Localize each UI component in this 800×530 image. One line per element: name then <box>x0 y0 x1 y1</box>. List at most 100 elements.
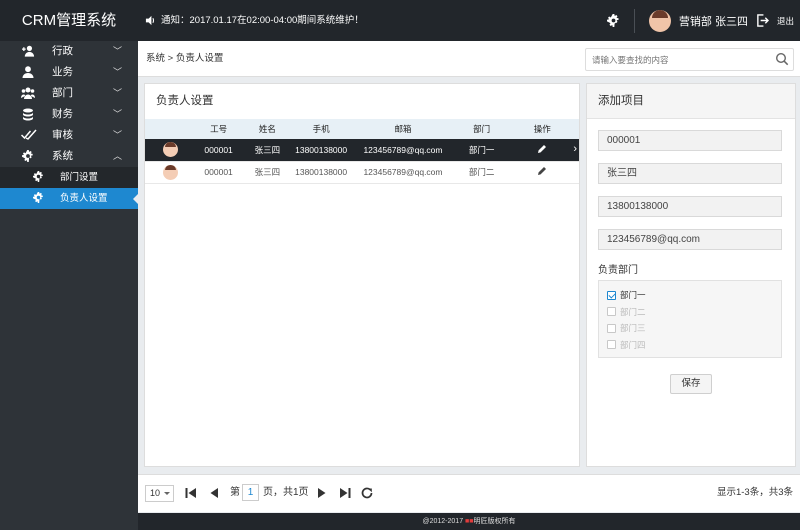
sidebar-item-label: 部门 <box>52 87 73 99</box>
dept-option[interactable]: 部门三 <box>607 320 781 337</box>
speaker-icon <box>145 15 155 26</box>
add-item-panel: 添加项目 000001 张三四 13800138000 123456789@qq… <box>586 83 796 467</box>
column-header[interactable]: 部门 <box>458 119 506 139</box>
user-plus-icon <box>21 45 35 58</box>
chevron-down-icon: ﹀ <box>112 130 122 140</box>
dept-label: 负责部门 <box>598 265 638 276</box>
sidebar-subitem-dept-settings[interactable]: 部门设置 <box>0 167 138 188</box>
owner-list-panel: 负责人设置 工号 姓名 手机 邮箱 部门 操作 000001 张三四 13800… <box>144 83 580 467</box>
user-icon <box>21 66 35 79</box>
dept-option-label: 部门二 <box>620 306 646 317</box>
cell-name: 张三四 <box>254 144 281 155</box>
chevron-right-icon: › <box>573 143 577 155</box>
checkbox-checked[interactable] <box>607 290 616 300</box>
dept-option-label: 部门一 <box>620 290 646 301</box>
sidebar-item-label: 业务 <box>52 66 73 78</box>
refresh-icon[interactable] <box>360 486 374 500</box>
cell-id: 000001 <box>204 167 233 177</box>
dept-option[interactable]: 部门二 <box>607 304 781 321</box>
chevron-up-icon: ︿ <box>112 151 122 161</box>
gear-icon <box>21 150 35 163</box>
last-page-icon[interactable] <box>338 486 352 500</box>
sidebar-item-review[interactable]: 审核 ﹀ <box>0 125 138 146</box>
panel-title: 负责人设置 <box>156 95 214 107</box>
notice-text: 通知：2017.01.17在02:00-04:00期间系统维护！ <box>161 15 364 26</box>
table-row[interactable]: 000001 张三四 13800138000 123456789@qq.com … <box>145 139 579 161</box>
footer-prefix: @2012-2017 <box>422 518 466 525</box>
owner-table: 工号 姓名 手机 邮箱 部门 操作 000001 张三四 13800138000… <box>145 119 579 184</box>
breadcrumb: 系统 > 负责人设置 <box>146 53 224 64</box>
sidebar-item-business[interactable]: 业务 ﹀ <box>0 62 138 83</box>
sidebar-item-finance[interactable]: 财务 ﹀ <box>0 104 138 125</box>
first-page-icon[interactable] <box>184 486 198 500</box>
users-icon <box>21 87 35 100</box>
prev-page-icon[interactable] <box>207 486 221 500</box>
footer: @2012-2017 ■■明匠版权所有 <box>138 513 800 530</box>
cell-email: 123456789@qq.com <box>363 167 443 177</box>
panel-title: 添加项目 <box>587 84 795 119</box>
sidebar-subitem-owner-settings[interactable]: 负责人设置 <box>0 188 138 209</box>
cell-email: 123456789@qq.com <box>363 144 443 155</box>
search-input[interactable] <box>586 49 766 70</box>
main-content: 系统 > 负责人设置 负责人设置 工号 姓名 手机 邮箱 部门 操作 <box>138 41 800 513</box>
pencil-icon[interactable] <box>537 166 547 176</box>
cell-phone: 13800138000 <box>295 167 348 177</box>
notice: 通知：2017.01.17在02:00-04:00期间系统维护！ <box>145 0 364 41</box>
user-name[interactable]: 营销部 张三四 <box>679 13 748 29</box>
column-header[interactable]: 手机 <box>294 119 348 139</box>
logout-button[interactable]: 退出 <box>777 15 794 27</box>
column-header[interactable]: 邮箱 <box>348 119 458 139</box>
dept-checkbox-group: 部门一 部门二 部门三 部门四 <box>598 280 782 358</box>
column-header[interactable]: 工号 <box>197 119 241 139</box>
cell-dept: 部门二 <box>468 167 495 177</box>
pagination-bar: 10 第 1 页，共1页 显示1-3条，共3条 <box>138 474 800 512</box>
user-area: 营销部 张三四 退出 <box>606 0 794 41</box>
sidebar-item-admin[interactable]: 行政 ﹀ <box>0 41 138 62</box>
page-suffix: 页，共1页 <box>263 487 309 498</box>
gear-icon <box>32 171 44 183</box>
search-icon[interactable] <box>775 52 789 66</box>
gear-icon[interactable] <box>606 14 620 27</box>
dept-option-label: 部门三 <box>620 323 646 334</box>
sidebar: 行政 ﹀ 业务 ﹀ 部门 ﹀ 财务 ﹀ 审核 ﹀ 系统 ︿ 部门设置 负责人设置 <box>0 41 138 530</box>
dept-option[interactable]: 部门四 <box>607 337 781 354</box>
dept-option-label: 部门四 <box>620 339 646 350</box>
cell-name: 张三四 <box>254 167 281 177</box>
checkbox[interactable] <box>607 323 616 333</box>
page-size-select[interactable]: 10 <box>145 485 174 502</box>
pencil-icon[interactable] <box>537 144 547 154</box>
cell-dept: 部门一 <box>468 144 495 155</box>
sidebar-item-label: 审核 <box>52 129 73 141</box>
table-row[interactable]: 000001 张三四 13800138000 123456789@qq.com … <box>145 161 579 183</box>
column-header[interactable]: 姓名 <box>241 119 295 139</box>
logout-icon[interactable] <box>756 14 769 27</box>
sidebar-item-label: 行政 <box>52 45 73 57</box>
page-prefix: 第 <box>230 487 240 498</box>
checkbox[interactable] <box>607 340 616 350</box>
sidebar-item-system[interactable]: 系统 ︿ <box>0 146 138 167</box>
footer-suffix: 明匠版权所有 <box>473 518 516 525</box>
chevron-down-icon: ﹀ <box>112 88 122 98</box>
sidebar-subitem-label: 负责人设置 <box>60 193 108 204</box>
avatar[interactable] <box>648 9 671 32</box>
next-page-icon[interactable] <box>315 486 329 500</box>
id-field[interactable]: 000001 <box>598 130 782 151</box>
sidebar-item-department[interactable]: 部门 ﹀ <box>0 83 138 104</box>
phone-field[interactable]: 13800138000 <box>598 196 782 217</box>
dept-option[interactable]: 部门一 <box>607 287 781 304</box>
avatar <box>163 164 179 180</box>
table-header-row: 工号 姓名 手机 邮箱 部门 操作 <box>145 119 579 139</box>
column-header: 操作 <box>533 124 551 134</box>
name-field[interactable]: 张三四 <box>598 163 782 184</box>
avatar <box>163 142 179 158</box>
column-header <box>145 119 197 139</box>
sidebar-subitem-label: 部门设置 <box>60 172 99 183</box>
chevron-down-icon: ﹀ <box>112 67 122 77</box>
gear-icon <box>32 192 44 204</box>
chevron-down-icon: ﹀ <box>112 46 122 56</box>
checkbox[interactable] <box>607 307 616 317</box>
page-number-input[interactable]: 1 <box>242 484 259 501</box>
email-field[interactable]: 123456789@qq.com <box>598 229 782 250</box>
save-button[interactable]: 保存 <box>670 374 712 394</box>
footer-brand: ■■ <box>465 518 474 525</box>
